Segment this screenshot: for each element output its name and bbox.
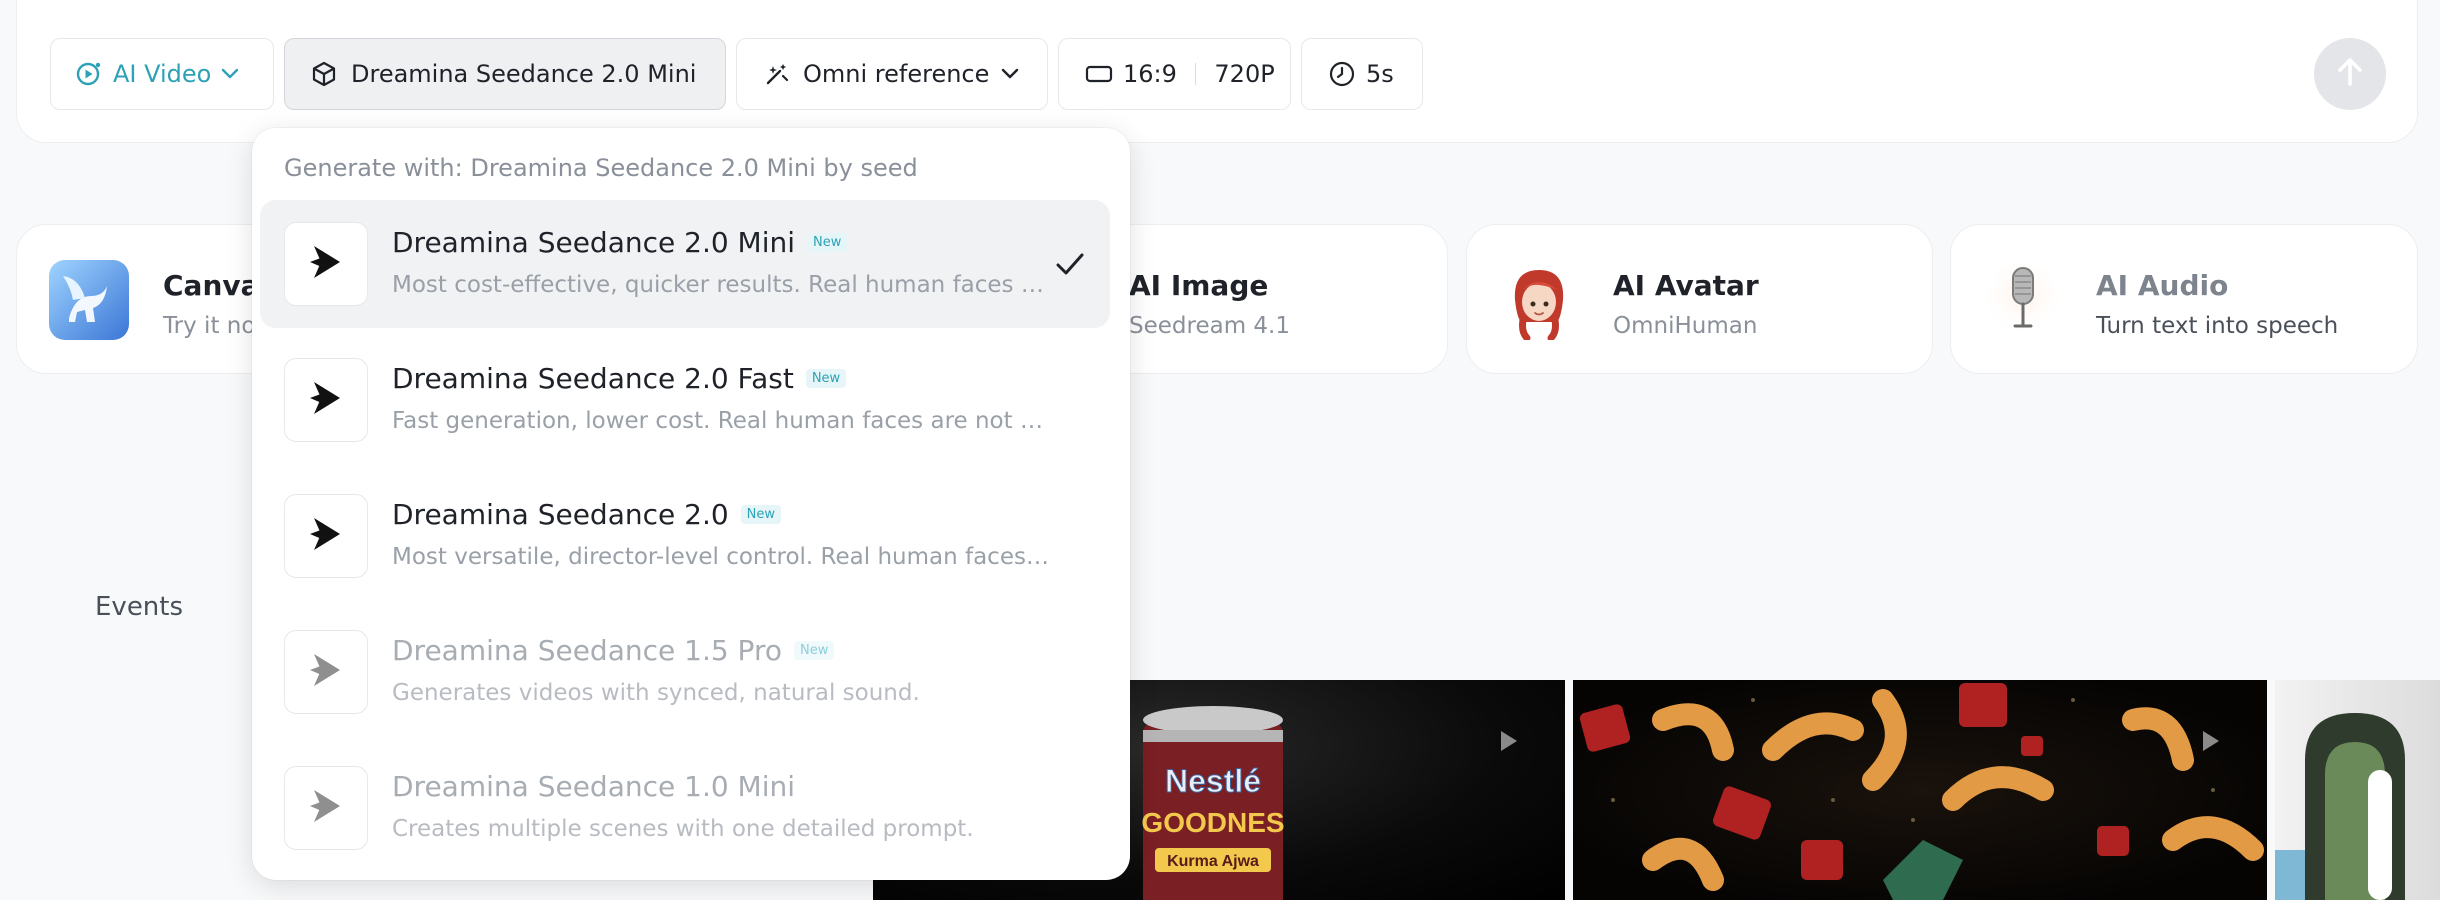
reference-selector[interactable]: Omni reference: [736, 38, 1048, 110]
option-title-text: Dreamina Seedance 2.0 Fast: [392, 362, 794, 395]
seedance-logo-icon: [306, 378, 346, 422]
feature-title: AI Avatar: [1613, 269, 1759, 302]
arrow-up-icon: [2335, 56, 2365, 92]
option-description: Generates videos with synced, natural so…: [392, 680, 920, 706]
feature-subtitle: OmniHuman: [1613, 313, 1758, 339]
submit-button[interactable]: [2314, 38, 2386, 110]
option-title: Dreamina Seedance 2.0 New: [392, 498, 782, 531]
mode-label: AI Video: [113, 60, 212, 88]
aspect-ratio-selector[interactable]: 16:9 720P: [1058, 38, 1291, 110]
seedance-logo-icon: [306, 242, 346, 286]
model-option-seedance-2-0[interactable]: Dreamina Seedance 2.0 New Most versatile…: [260, 472, 1110, 600]
feature-card-ai-avatar[interactable]: AI Avatar OmniHuman: [1466, 224, 1933, 374]
new-badge: New: [807, 233, 848, 252]
model-option-seedance-1-5-pro[interactable]: Dreamina Seedance 1.5 Pro New Generates …: [260, 608, 1110, 736]
seedance-logo-icon: [306, 514, 346, 558]
microphone-icon: [1983, 260, 2063, 340]
divider: [1194, 63, 1197, 85]
feature-card-ai-audio[interactable]: AI Audio Turn text into speech: [1950, 224, 2418, 374]
new-badge: New: [805, 369, 847, 388]
model-selector[interactable]: Dreamina Seedance 2.0 Mini: [284, 38, 726, 110]
can-product: GOODNES: [1141, 807, 1284, 838]
magic-wand-icon: [763, 60, 791, 88]
new-badge: New: [793, 641, 835, 660]
model-dropdown: Generate with: Dreamina Seedance 2.0 Min…: [252, 128, 1130, 880]
option-description: Most cost-effective, quicker results. Re…: [392, 272, 1052, 298]
option-title-text: Dreamina Seedance 1.0 Mini: [392, 770, 796, 803]
chevron-down-icon: [1001, 68, 1019, 80]
option-title: Dreamina Seedance 2.0 Mini New: [392, 226, 848, 259]
seedance-logo-icon: [306, 786, 346, 830]
option-title: Dreamina Seedance 1.5 Pro New: [392, 634, 835, 667]
model-option-seedance-1-0-mini[interactable]: Dreamina Seedance 1.0 Mini Creates multi…: [260, 744, 1110, 872]
model-logo: [284, 358, 368, 442]
model-logo: [284, 494, 368, 578]
cube-icon: [311, 61, 337, 87]
play-icon[interactable]: [2197, 728, 2223, 758]
option-title-text: Dreamina Seedance 2.0: [392, 498, 729, 531]
reference-label: Omni reference: [803, 60, 990, 88]
duration-selector[interactable]: 5s: [1301, 38, 1423, 110]
option-title-text: Dreamina Seedance 1.5 Pro: [392, 634, 782, 667]
can-brand: Nestlé: [1165, 763, 1261, 799]
model-logo: [284, 630, 368, 714]
ratio-label: 16:9: [1123, 60, 1177, 88]
new-badge: New: [740, 505, 782, 524]
model-option-seedance-2-0-mini[interactable]: Dreamina Seedance 2.0 Mini New Most cost…: [260, 200, 1110, 328]
option-description: Creates multiple scenes with one detaile…: [392, 816, 974, 842]
feature-title: AI Audio: [2096, 269, 2229, 302]
seedance-logo-icon: [306, 650, 346, 694]
resolution-label: 720P: [1214, 60, 1275, 88]
play-icon[interactable]: [1495, 728, 1521, 758]
section-title-events: Events: [95, 592, 184, 622]
clock-icon: [1328, 60, 1356, 88]
arch-scene-image: [2275, 713, 2405, 900]
option-title: Dreamina Seedance 2.0 Fast New: [392, 362, 847, 395]
option-title-text: Dreamina Seedance 2.0 Mini: [392, 226, 796, 259]
feature-subtitle: Turn text into speech: [2096, 313, 2339, 339]
pegasus-icon: [49, 260, 129, 340]
video-sparkle-icon: [75, 60, 103, 88]
option-title: Dreamina Seedance 1.0 Mini: [392, 770, 795, 803]
feature-subtitle: Seedream 4.1: [1129, 313, 1290, 339]
chevron-down-icon: [221, 68, 239, 80]
duration-label: 5s: [1366, 60, 1394, 88]
gallery-video-tile[interactable]: [2275, 680, 2440, 900]
aspect-ratio-icon: [1085, 64, 1113, 84]
mode-selector[interactable]: AI Video: [50, 38, 274, 110]
model-label: Dreamina Seedance 2.0 Mini: [351, 60, 697, 88]
avatar-girl-icon: [1499, 260, 1579, 342]
check-icon: [1054, 248, 1086, 284]
model-option-seedance-2-0-fast[interactable]: Dreamina Seedance 2.0 Fast New Fast gene…: [260, 336, 1110, 464]
gallery-video-tile[interactable]: [1573, 680, 2267, 900]
model-logo: [284, 222, 368, 306]
dropdown-header: Generate with: Dreamina Seedance 2.0 Min…: [284, 154, 918, 182]
option-description: Most versatile, director-level control. …: [392, 544, 1052, 570]
feature-title: AI Image: [1129, 269, 1269, 302]
model-logo: [284, 766, 368, 850]
food-snacks-image: [1579, 683, 2264, 900]
option-description: Fast generation, lower cost. Real human …: [392, 408, 1052, 434]
can-flavor: Kurma Ajwa: [1167, 853, 1259, 870]
